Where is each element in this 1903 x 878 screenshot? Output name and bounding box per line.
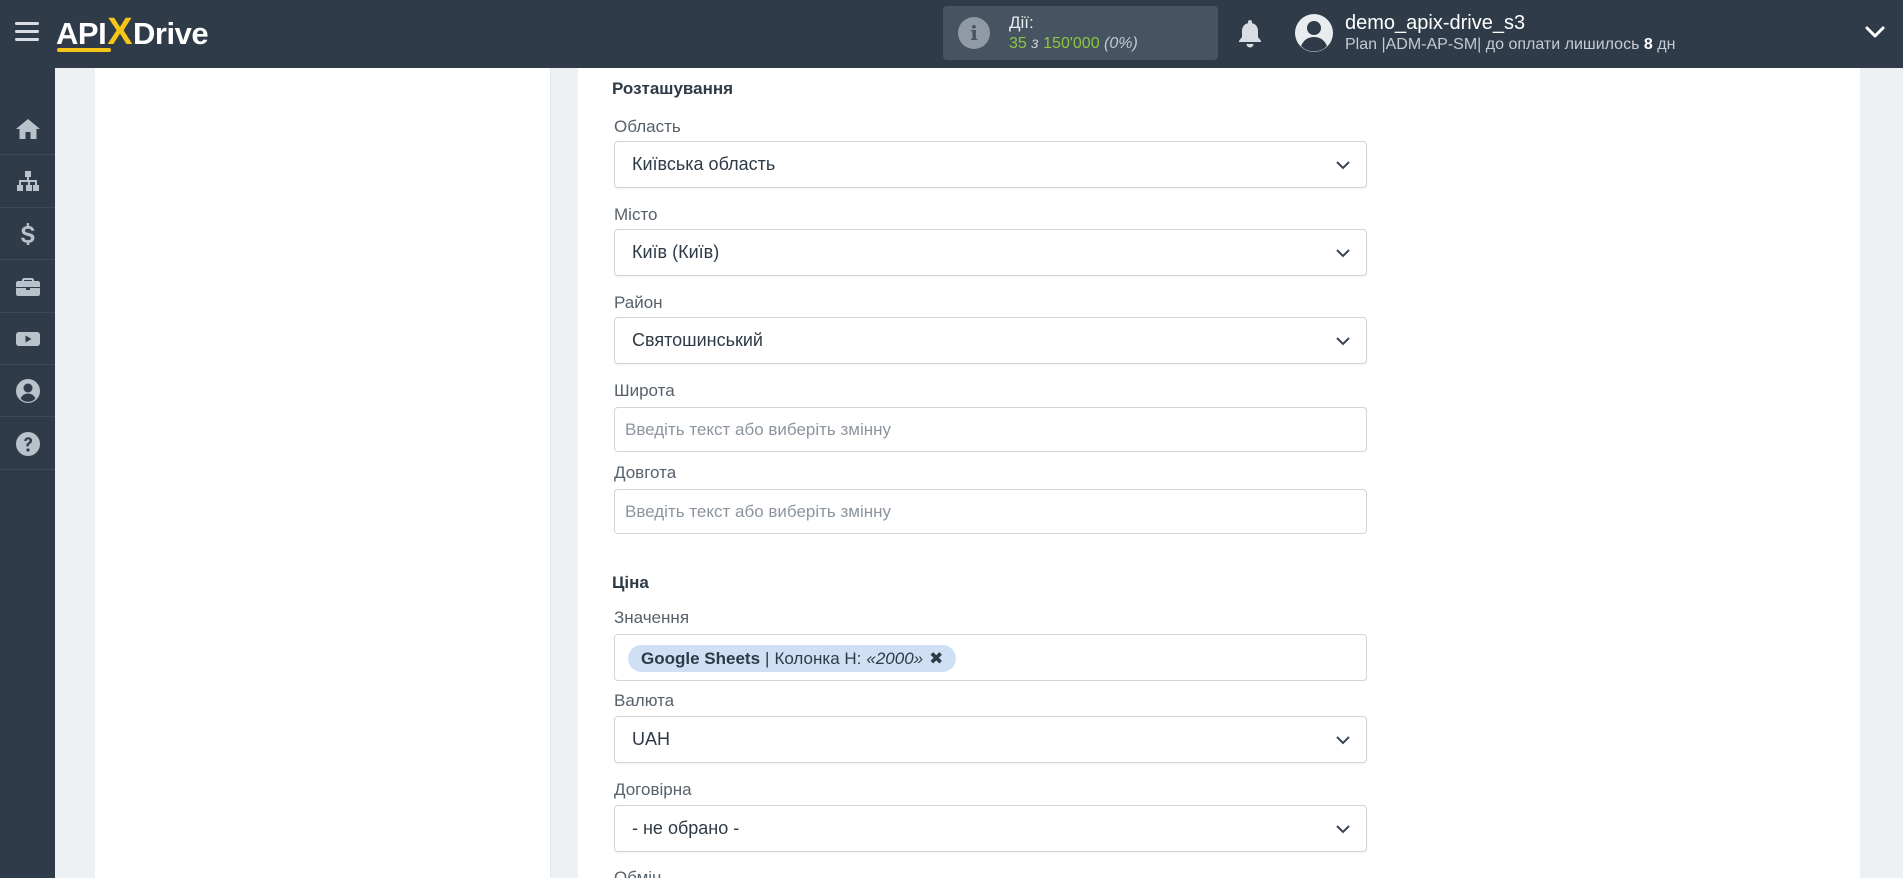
city-label: Місто [614,205,658,224]
logo-underline [57,48,111,52]
latitude-input[interactable] [614,407,1367,452]
plan-prefix: Plan |ADM-AP-SM| до оплати лишилось [1345,36,1640,53]
user-plan: Plan |ADM-AP-SM| до оплати лишилось 8 дн [1345,36,1675,54]
sidebar-item-profile[interactable] [0,365,55,417]
sitemap-icon [16,170,39,191]
actions-counter[interactable]: i Дії: 35 з 150'000 (0%) [943,6,1218,60]
user-icon [15,378,40,403]
section-title-price: Ціна [612,573,649,592]
tag-remove-icon[interactable]: ✖ [929,649,943,669]
section-title-location: Розташування [612,79,734,98]
chevron-down-icon [1336,161,1350,170]
dollar-icon [20,222,34,245]
logo-text-right: Drive [133,16,209,51]
currency-select[interactable]: UAH [614,716,1367,763]
top-bar: API X Drive i Дії: 35 з 150'000 (0%) demo_… [0,0,1903,68]
info-icon: i [958,17,990,49]
plan-days-suffix: дн [1657,36,1676,53]
sidebar [0,68,55,878]
actions-total: 150'000 [1043,35,1100,52]
sidebar-item-home[interactable] [0,103,55,155]
sidebar-item-video[interactable] [0,313,55,365]
region-select[interactable]: Київська область [614,141,1367,188]
price-value-input[interactable]: Google Sheets | Колонка H: «2000» ✖ [614,634,1367,681]
actions-value: 35 з 150'000 (0%) [1009,35,1138,53]
sidebar-item-billing[interactable] [0,208,55,260]
tag-separator: | [765,648,770,668]
bell-icon[interactable] [1236,18,1264,48]
sidebar-item-help[interactable] [0,418,55,470]
question-icon [15,431,40,456]
variable-tag[interactable]: Google Sheets | Колонка H: «2000» ✖ [628,645,957,672]
plan-days: 8 [1643,36,1653,53]
city-value: Київ (Київ) [632,242,720,262]
chevron-down-icon [1336,825,1350,834]
briefcase-icon [15,277,40,296]
logo-text-x: X [107,10,133,53]
chevron-down-icon [1336,736,1350,745]
latitude-label: Широта [614,381,675,400]
price-value-label: Значення [614,608,690,627]
user-name[interactable]: demo_apix-drive_s3 [1345,12,1525,35]
sidebar-item-connections[interactable] [0,156,55,208]
district-label: Район [614,293,663,312]
actions-used: 35 [1009,35,1027,52]
actions-label: Дії: [1009,13,1034,32]
city-select[interactable]: Київ (Київ) [614,229,1367,276]
chevron-down-icon [1336,249,1350,258]
sidebar-item-tools[interactable] [0,261,55,313]
hamburger-menu-icon[interactable] [15,22,39,42]
negotiable-value: - не обрано - [632,818,740,838]
chevron-down-icon[interactable] [1864,24,1886,40]
avatar-icon[interactable] [1294,13,1334,53]
longitude-input[interactable] [614,489,1367,534]
tag-source: Google Sheets [641,648,761,668]
district-value: Святошинський [632,330,763,350]
youtube-icon [15,331,40,346]
longitude-label: Довгота [614,463,677,482]
tag-column: Колонка H: [774,648,862,668]
actions-percent: (0%) [1104,35,1138,52]
negotiable-select[interactable]: - не обрано - [614,805,1367,852]
district-select[interactable]: Святошинський [614,317,1367,364]
currency-label: Валюта [614,691,675,710]
actions-of: з [1031,35,1039,52]
negotiable-label: Договірна [614,780,692,799]
region-label: Область [614,117,681,136]
tag-sample: «2000» [866,648,924,668]
exchange-label: Обмін [614,868,662,878]
currency-value: UAH [632,729,671,749]
left-panel [95,68,551,878]
home-icon [15,118,40,139]
region-value: Київська область [632,154,776,174]
logo-text-left: API [56,16,107,51]
chevron-down-icon [1336,337,1350,346]
